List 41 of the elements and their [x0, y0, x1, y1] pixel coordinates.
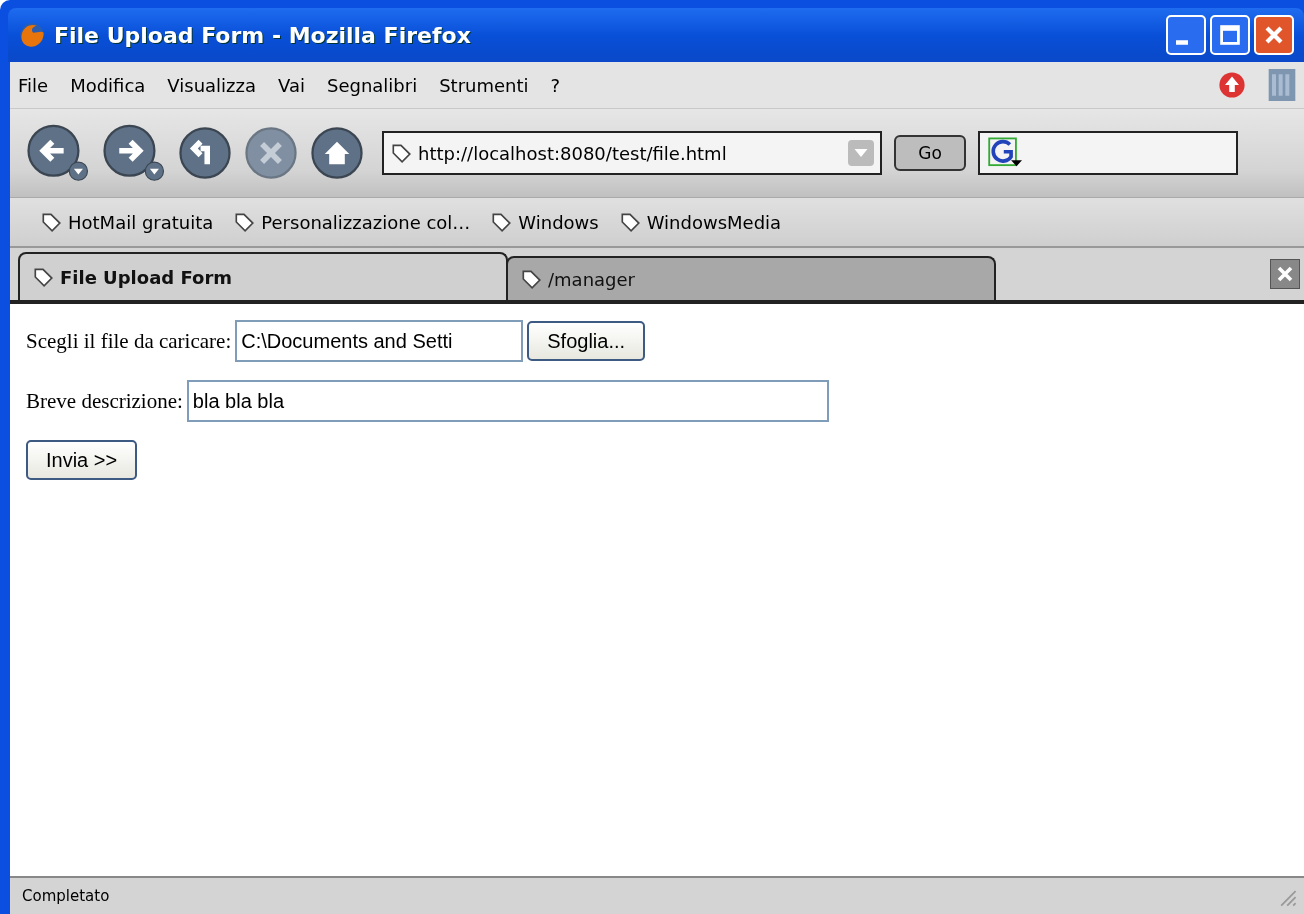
activity-icon — [1268, 69, 1296, 101]
minimize-button[interactable] — [1166, 15, 1206, 55]
description-label: Breve descrizione: — [26, 388, 183, 414]
minimize-icon — [1176, 40, 1188, 45]
close-tab-button[interactable] — [1270, 259, 1300, 289]
browser-tab[interactable]: /manager — [506, 256, 996, 300]
bookmark-link[interactable]: Personalizzazione col… — [233, 211, 471, 233]
tag-icon — [32, 266, 54, 288]
menu-item[interactable]: Vai — [278, 74, 305, 96]
address-field[interactable]: http://localhost:8080/test/file.html — [382, 131, 882, 175]
menu-item[interactable]: ? — [550, 74, 561, 96]
bookmark-icon — [390, 142, 412, 164]
tag-icon — [490, 211, 513, 233]
tag-icon — [618, 211, 641, 233]
search-engine-icon — [988, 137, 1022, 169]
close-button[interactable] — [1254, 15, 1294, 55]
description-field[interactable]: bla bla bla — [186, 380, 829, 422]
tag-icon — [520, 268, 542, 290]
bookmark-link[interactable]: WindowsMedia — [618, 211, 782, 233]
maximize-button[interactable] — [1210, 15, 1250, 55]
menu-item[interactable]: Visualizza — [167, 74, 257, 96]
bookmark-link[interactable]: Windows — [490, 211, 599, 233]
tag-icon — [40, 211, 62, 233]
search-field[interactable] — [978, 131, 1238, 175]
address-text: http://localhost:8080/test/file.html — [418, 142, 727, 164]
menu-item[interactable]: Segnalibri — [327, 74, 418, 96]
browse-button[interactable]: Sfoglia... — [527, 321, 646, 361]
submit-button[interactable]: Invia >> — [26, 440, 138, 480]
bookmark-link[interactable]: HotMail gratuita — [40, 211, 214, 233]
go-button[interactable]: Go — [894, 135, 966, 171]
browser-logo-icon — [18, 21, 46, 49]
browser-tab[interactable]: File Upload Form — [18, 252, 508, 300]
menu-item[interactable]: Modifica — [70, 74, 146, 96]
window-title: File Upload Form - Mozilla Firefox — [54, 22, 472, 48]
update-icon — [1218, 71, 1246, 99]
status-text: Completato — [22, 887, 110, 905]
file-label: Scegli il file da caricare: — [26, 328, 232, 354]
tag-icon — [233, 211, 256, 233]
menu-item[interactable]: Strumenti — [439, 74, 529, 96]
file-path-field[interactable]: C:\Documents and Setti — [235, 320, 524, 362]
menu-item[interactable]: File — [18, 74, 49, 96]
